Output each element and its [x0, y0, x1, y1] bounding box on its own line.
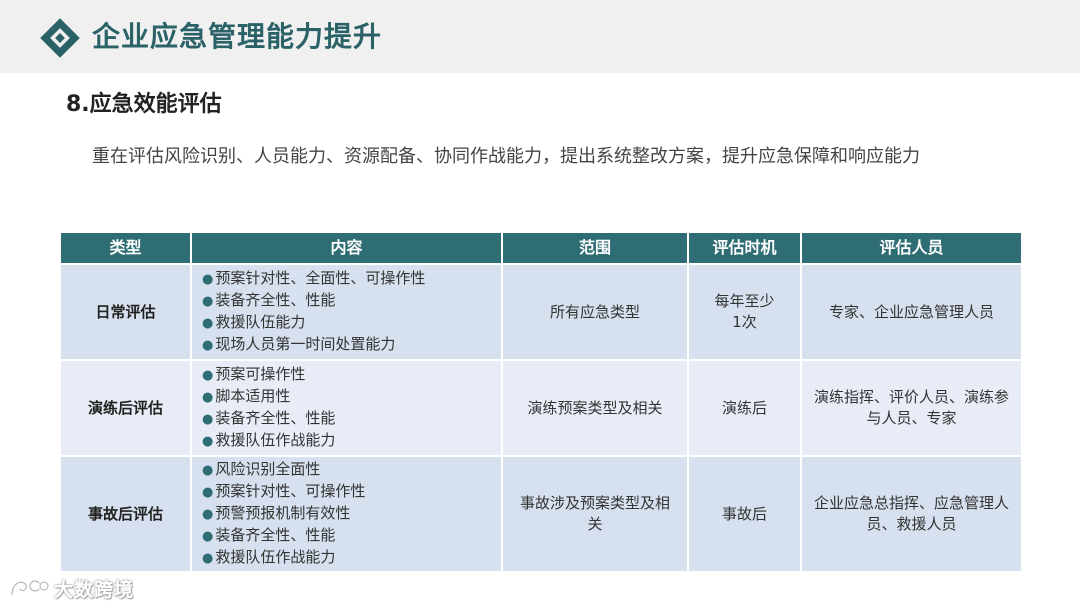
scope-cell: 所有应急类型	[501, 263, 689, 361]
column-header-type: 类型	[59, 231, 192, 265]
list-item: ● 现场人员第一时间处置能力	[202, 335, 396, 353]
content-cell: ● 预案可操作性 ● 脚本适用性 ● 装备齐全性、性能 ● 救援队伍作战能力	[190, 359, 503, 457]
list-item: ● 救援队伍作战能力	[202, 548, 336, 566]
timing-cell: 演练后	[687, 359, 802, 457]
content-cell: ● 预案针对性、全面性、可操作性 ● 装备齐全性、性能 ● 救援队伍能力 ● 现场人员第…	[190, 263, 503, 361]
content-cell: ● 风险识别全面性 ● 预案针对性、可操作性 ● 预警预报机制有效性 ● 装备齐全性、性…	[190, 455, 503, 573]
page-title: 企业应急管理能力提升	[92, 20, 383, 53]
brand-logo-icon	[10, 579, 50, 597]
timing-cell: 每年至少1次	[687, 263, 802, 361]
bullet-dot-icon: ●	[202, 434, 214, 449]
column-header-scope: 范围	[501, 231, 689, 265]
list-item: ● 预案针对性、可操作性	[202, 482, 366, 500]
content-list: ● 风险识别全面性 ● 预案针对性、可操作性 ● 预警预报机制有效性 ● 装备齐全性、性…	[202, 459, 493, 569]
bullet-dot-icon: ●	[202, 390, 214, 405]
diamond-logo-icon	[40, 18, 80, 58]
column-header-timing: 评估时机	[687, 231, 802, 265]
list-item: ● 装备齐全性、性能	[202, 526, 336, 544]
watermark-text: 大数跨境	[54, 578, 135, 601]
table-header-row: 类型 内容 范围 评估时机 评估人员	[59, 231, 1023, 265]
watermark: 大数跨境	[8, 573, 134, 603]
bullet-dot-icon: ●	[202, 507, 214, 522]
list-item: ● 预案可操作性	[202, 365, 306, 383]
bullet-dot-icon: ●	[202, 338, 214, 353]
list-item: ● 预警预报机制有效性	[202, 504, 351, 522]
table-row-post-drill: 演练后评估 ● 预案可操作性 ● 脚本适用性 ● 装备齐全性、性能 ● 救援队伍作战能力…	[59, 359, 1023, 457]
list-item: ● 装备齐全性、性能	[202, 409, 336, 427]
personnel-cell: 企业应急总指挥、应急管理人员、救援人员	[800, 455, 1023, 573]
bullet-dot-icon: ●	[202, 294, 214, 309]
table-row-post-incident: 事故后评估 ● 风险识别全面性 ● 预案针对性、可操作性 ● 预警预报机制有效性 ● 装…	[59, 455, 1023, 573]
type-cell: 事故后评估	[59, 455, 192, 573]
list-item: ● 脚本适用性	[202, 387, 291, 405]
bullet-dot-icon: ●	[202, 316, 214, 331]
column-header-content: 内容	[190, 231, 503, 265]
type-cell: 日常评估	[59, 263, 192, 361]
bullet-dot-icon: ●	[202, 529, 214, 544]
scope-cell: 事故涉及预案类型及相关	[501, 455, 689, 573]
list-item: ● 救援队伍能力	[202, 313, 306, 331]
evaluation-table: 类型 内容 范围 评估时机 评估人员 日常评估 ● 预案针对性、全面性、可操作性 …	[59, 231, 1023, 573]
column-header-personnel: 评估人员	[800, 231, 1023, 265]
section-title: 8.应急效能评估	[66, 92, 222, 117]
bullet-dot-icon: ●	[202, 272, 214, 287]
header-band: 企业应急管理能力提升	[0, 0, 1080, 73]
content-list: ● 预案可操作性 ● 脚本适用性 ● 装备齐全性、性能 ● 救援队伍作战能力	[202, 364, 493, 452]
list-item: ● 救援队伍作战能力	[202, 431, 336, 449]
bullet-dot-icon: ●	[202, 463, 214, 478]
content-list: ● 预案针对性、全面性、可操作性 ● 装备齐全性、性能 ● 救援队伍能力 ● 现场人员第…	[202, 268, 493, 356]
type-cell: 演练后评估	[59, 359, 192, 457]
scope-cell: 演练预案类型及相关	[501, 359, 689, 457]
bullet-dot-icon: ●	[202, 412, 214, 427]
table-row-daily: 日常评估 ● 预案针对性、全面性、可操作性 ● 装备齐全性、性能 ● 救援队伍能力 ●…	[59, 263, 1023, 361]
list-item: ● 风险识别全面性	[202, 460, 321, 478]
list-item: ● 预案针对性、全面性、可操作性	[202, 269, 426, 287]
timing-cell: 事故后	[687, 455, 802, 573]
bullet-dot-icon: ●	[202, 485, 214, 500]
list-item: ● 装备齐全性、性能	[202, 291, 336, 309]
section-intro: 重在评估风险识别、人员能力、资源配备、协同作战能力，提出系统整改方案，提升应急保…	[92, 146, 920, 167]
personnel-cell: 专家、企业应急管理人员	[800, 263, 1023, 361]
personnel-cell: 演练指挥、评价人员、演练参与人员、专家	[800, 359, 1023, 457]
bullet-dot-icon: ●	[202, 551, 214, 566]
bullet-dot-icon: ●	[202, 368, 214, 383]
